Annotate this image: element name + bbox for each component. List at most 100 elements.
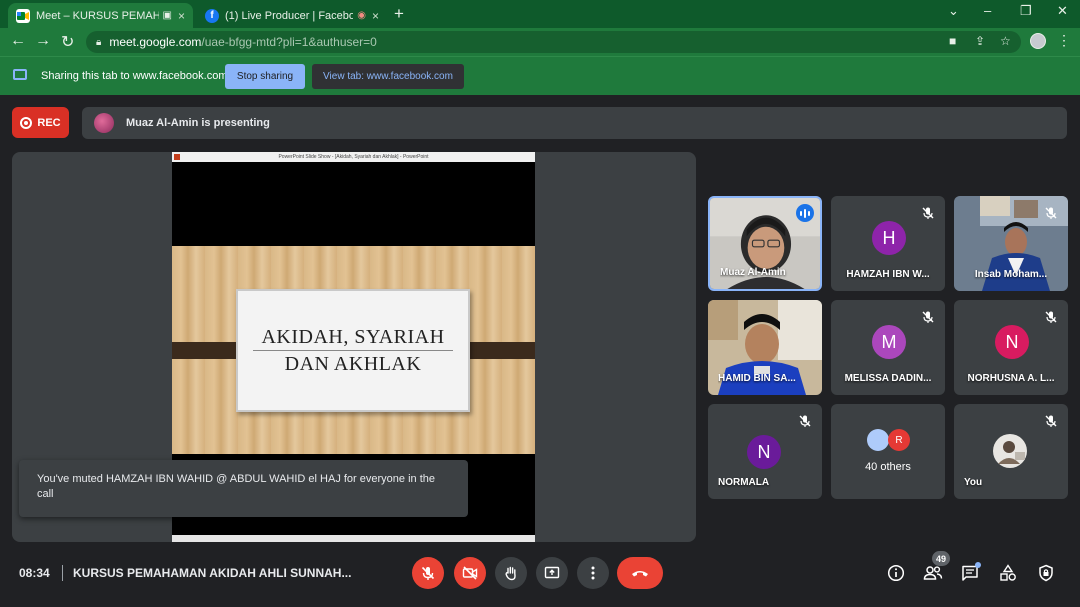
powerpoint-icon: [174, 154, 180, 160]
minimize-icon[interactable]: –: [984, 3, 991, 18]
speaking-indicator-icon: [796, 204, 814, 222]
profile-avatar[interactable]: [1030, 33, 1046, 49]
sharing-tab-icon: ▣: [162, 10, 172, 21]
tab-title: Meet – KURSUS PEMAHAMA: [36, 9, 159, 22]
new-tab-button[interactable]: +: [394, 4, 404, 24]
hang-up-icon: [632, 571, 648, 577]
slideshow-window-title: PowerPoint Slide Show - [Akidah, Syariah…: [278, 154, 429, 160]
view-tab-button[interactable]: View tab: www.facebook.com: [312, 64, 464, 89]
google-meet-icon: [16, 8, 30, 23]
close-tab-icon[interactable]: ×: [178, 9, 185, 23]
participant-avatar: N: [995, 325, 1029, 359]
meet-window: REC Muaz Al-Amin is presenting PowerPoin…: [0, 95, 1080, 607]
close-tab-icon[interactable]: ×: [372, 9, 379, 23]
recording-badge[interactable]: REC: [12, 107, 69, 138]
participant-tile-hamid[interactable]: HAMID BIN SA...: [708, 300, 822, 395]
meeting-controls-bar: 08:34 KURSUS PEMAHAMAN AKIDAH AHLI SUNNA…: [0, 543, 1080, 607]
slide-title-box: AKIDAH, SYARIAH DAN AKHLAK: [236, 289, 470, 412]
camera-icon[interactable]: ■: [949, 34, 956, 48]
tab-search-icon[interactable]: ⌄: [948, 3, 959, 19]
participant-name: MELISSA DADIN...: [844, 373, 932, 384]
slideshow-titlebar: PowerPoint Slide Show - [Akidah, Syariah…: [172, 152, 535, 162]
participant-name: HAMZAH IBN W...: [846, 269, 930, 280]
restore-icon[interactable]: ❐: [1020, 3, 1032, 19]
recording-icon: ◉: [357, 10, 366, 21]
forward-icon[interactable]: →: [35, 32, 51, 50]
mic-off-icon: [799, 415, 811, 427]
stop-sharing-button[interactable]: Stop sharing: [225, 64, 305, 89]
mic-off-icon: [922, 207, 934, 219]
others-count-label: 40 others: [865, 461, 911, 473]
tab-sharing-infobar: Sharing this tab to www.facebook.com Sto…: [0, 56, 1080, 95]
participant-name: NORHUSNA A. L...: [967, 373, 1055, 384]
camera-toggle-button[interactable]: [454, 557, 486, 589]
participant-tile-norhusna[interactable]: N NORHUSNA A. L...: [954, 300, 1068, 395]
close-window-icon[interactable]: ✕: [1057, 3, 1068, 19]
self-avatar: [993, 434, 1027, 468]
url-bar[interactable]: 🔒︎ meet.google.com /uae-bfgg-mtd?pli=1&a…: [86, 31, 1021, 53]
share-icon[interactable]: ⇪: [975, 34, 985, 48]
participant-tile-insab[interactable]: Insab Moham...: [954, 196, 1068, 291]
raise-hand-button[interactable]: [495, 557, 527, 589]
participant-name: Muaz Al-Amin: [720, 267, 786, 278]
chat-notification-dot: [975, 562, 981, 568]
url-path: /uae-bfgg-mtd?pli=1&authuser=0: [201, 35, 377, 49]
meeting-clock: 08:34: [19, 566, 50, 580]
slide-title-line2: DAN AKHLAK: [284, 353, 422, 375]
shield-lock-icon: [1039, 564, 1053, 582]
raise-hand-icon: [505, 566, 516, 581]
screen-share-icon: [13, 69, 27, 80]
participant-tile-muaz[interactable]: Muaz Al-Amin: [708, 196, 822, 291]
tab-title: (1) Live Producer | Facebook: [225, 9, 354, 22]
lock-icon: 🔒︎: [96, 36, 102, 48]
slide-band-right: [463, 342, 535, 359]
participant-tile-normala[interactable]: N NORMALA: [708, 404, 822, 499]
mic-off-icon: [1045, 207, 1057, 219]
reload-icon[interactable]: ↻: [61, 32, 74, 52]
activities-button[interactable]: [998, 563, 1018, 583]
mic-off-icon: [1045, 415, 1057, 427]
browser-tab-strip: Meet – KURSUS PEMAHAMA ▣ × f (1) Live Pr…: [0, 0, 1080, 28]
divider: [62, 565, 63, 581]
participant-tile-melissa[interactable]: M MELISSA DADIN...: [831, 300, 945, 395]
participant-avatar: M: [872, 325, 906, 359]
others-tile[interactable]: R 40 others: [831, 404, 945, 499]
leave-call-button[interactable]: [617, 557, 663, 589]
info-icon: [887, 564, 905, 582]
rec-label: REC: [37, 116, 61, 129]
host-controls-button[interactable]: [1036, 563, 1056, 583]
slideshow-statusbar: [172, 535, 535, 542]
other-participant-avatar: [867, 429, 889, 451]
back-icon[interactable]: ←: [10, 32, 26, 50]
people-button[interactable]: [923, 563, 943, 583]
other-participant-avatar: R: [888, 429, 910, 451]
meeting-title: KURSUS PEMAHAMAN AKIDAH AHLI SUNNAH...: [73, 566, 352, 580]
browser-menu-icon[interactable]: ⋮: [1057, 32, 1071, 49]
slide-band-left: [172, 342, 244, 359]
tab-meet[interactable]: Meet – KURSUS PEMAHAMA ▣ ×: [8, 3, 193, 28]
address-toolbar: ← → ↻ 🔒︎ meet.google.com /uae-bfgg-mtd?p…: [0, 28, 1080, 56]
participant-name: NORMALA: [718, 477, 770, 488]
participant-avatar: N: [747, 435, 781, 469]
mic-off-icon: [421, 566, 435, 580]
sharing-message: Sharing this tab to www.facebook.com: [41, 70, 228, 82]
microphone-toggle-button[interactable]: [412, 557, 444, 589]
mic-off-icon: [1045, 311, 1057, 323]
people-icon: [923, 566, 943, 580]
participant-tile-hamzah[interactable]: H HAMZAH IBN W...: [831, 196, 945, 291]
mic-off-icon: [922, 311, 934, 323]
meeting-details-button[interactable]: [886, 563, 906, 583]
participant-name: You: [964, 477, 983, 488]
slide-title-rule: [253, 350, 453, 351]
bookmark-star-icon[interactable]: ☆: [1000, 34, 1011, 48]
participant-tile-you[interactable]: You: [954, 404, 1068, 499]
slide-title-line1: AKIDAH, SYARIAH: [261, 326, 445, 348]
participant-name: HAMID BIN SA...: [718, 373, 796, 384]
participant-name: Insab Moham...: [974, 269, 1048, 280]
presenter-avatar: [94, 113, 114, 133]
record-icon: [20, 116, 33, 129]
mute-notification-toast: You've muted HAMZAH IBN WAHID @ ABDUL WA…: [19, 460, 468, 517]
present-now-button[interactable]: [536, 557, 568, 589]
tab-facebook[interactable]: f (1) Live Producer | Facebook ◉ ×: [197, 3, 387, 28]
more-options-button[interactable]: [577, 557, 609, 589]
